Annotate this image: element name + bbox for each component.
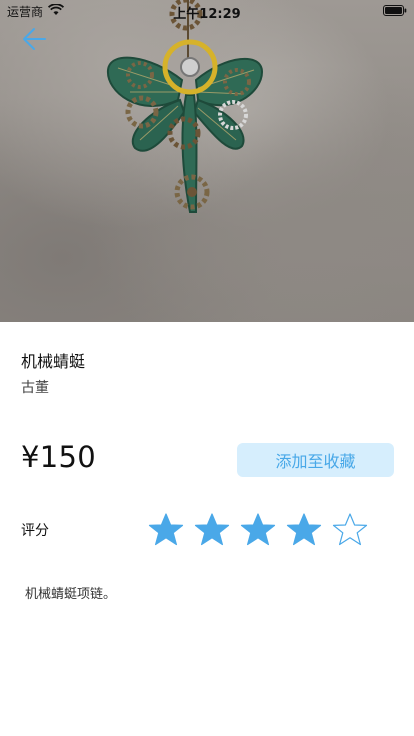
product-image [0,0,414,322]
product-category: 古董 [21,380,49,396]
back-arrow-icon[interactable] [18,24,52,54]
star-empty-icon[interactable] [332,513,368,547]
rating-stars [148,513,368,547]
status-bar: 运营商 上午12:29 [0,0,414,22]
product-price: ¥150 [21,440,97,474]
star-filled-icon[interactable] [286,513,322,547]
star-filled-icon[interactable] [148,513,184,547]
battery-icon [383,5,407,16]
star-filled-icon[interactable] [194,513,230,547]
add-to-favorites-label: 添加至收藏 [275,452,356,471]
product-description: 机械蜻蜓项链。 [25,587,117,602]
star-filled-icon[interactable] [240,513,276,547]
dragonfly-pendant-illustration [106,0,264,213]
rating-label: 评分 [21,523,49,539]
status-time: 上午12:29 [173,7,241,22]
add-to-favorites-button[interactable]: 添加至收藏 [237,443,394,477]
product-title: 机械蜻蜓 [21,352,86,371]
